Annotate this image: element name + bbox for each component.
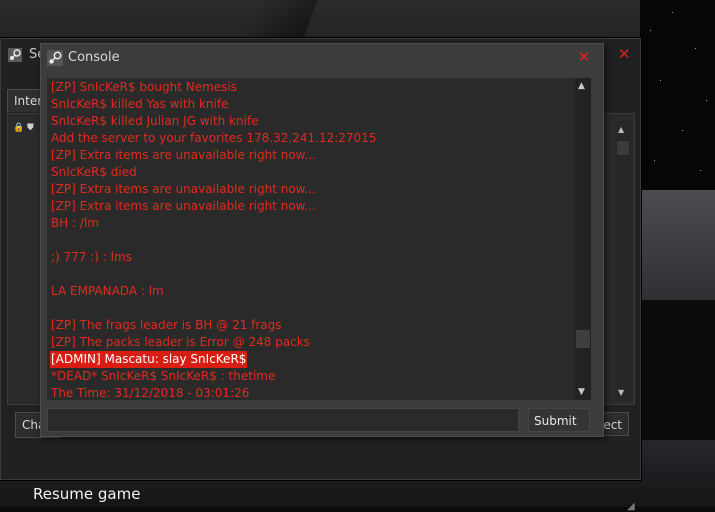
server-list-scrollbar[interactable]: ▲ ▼ bbox=[615, 121, 631, 401]
close-icon[interactable]: ✕ bbox=[618, 45, 631, 63]
console-log-line: BH : /lm bbox=[51, 216, 99, 230]
steam-icon bbox=[47, 50, 63, 66]
console-log-line: [ZP] The frags leader is BH @ 21 frags bbox=[51, 318, 282, 332]
submit-button[interactable]: Submit bbox=[528, 408, 590, 432]
scroll-up-icon[interactable]: ▲ bbox=[578, 81, 585, 91]
scroll-thumb[interactable] bbox=[617, 141, 629, 155]
scroll-down-icon[interactable]: ▼ bbox=[578, 387, 585, 397]
scroll-up-icon[interactable]: ▲ bbox=[618, 125, 624, 134]
console-log-line: LA EMPANADA : lm bbox=[51, 284, 164, 298]
console-log-line: SnIcKeR$ killed Yas with knife bbox=[51, 97, 229, 111]
console-log-line: [ZP] The packs leader is Error @ 248 pac… bbox=[51, 335, 310, 349]
console-log-line: Add the server to your favorites 178.32.… bbox=[51, 131, 377, 145]
background-rock-right bbox=[640, 190, 715, 300]
close-icon[interactable]: ✕ bbox=[576, 49, 592, 65]
console-log-line: [ZP] Extra items are unavailable right n… bbox=[51, 182, 316, 196]
scroll-down-icon[interactable]: ▼ bbox=[618, 388, 624, 397]
scroll-thumb[interactable] bbox=[576, 330, 590, 348]
console-log-line: SnIcKeR$ killed Julian JG with knife bbox=[51, 114, 259, 128]
console-log-line: *DEAD* SnIcKeR$ SnIcKeR$ : thetime bbox=[51, 369, 276, 383]
lock-icon: 🔒 bbox=[13, 123, 25, 133]
console-log-line: SnIcKeR$ died bbox=[51, 165, 137, 179]
console-log-line: ;) 777 :) : lms bbox=[51, 250, 132, 264]
console-log-line: The Time: 31/12/2018 - 03:01:26 bbox=[51, 386, 250, 400]
console-log: [ZP] SnIcKeR$ bought Nemesis SnIcKeR$ kil… bbox=[47, 78, 575, 400]
console-log-line: [ZP] SnIcKeR$ bought Nemesis bbox=[51, 80, 238, 94]
console-command-input[interactable] bbox=[47, 408, 519, 432]
console-log-line: [ZP] Extra items are unavailable right n… bbox=[51, 148, 316, 162]
resume-game-menu-item[interactable]: Resume game bbox=[33, 485, 140, 503]
console-log-line: [ADMIN] Mascatu: slay SnIcKeR$ bbox=[50, 351, 248, 368]
console-scrollbar[interactable]: ▲ ▼ bbox=[575, 78, 591, 400]
console-log-line: [ZP] Extra items are unavailable right n… bbox=[51, 199, 316, 213]
console-window: Console ✕ [ZP] SnIcKeR$ bought Nemesis Sn… bbox=[40, 43, 604, 437]
shield-icon: ⛊ bbox=[27, 123, 34, 133]
console-title: Console bbox=[68, 50, 120, 65]
steam-icon bbox=[8, 48, 22, 62]
